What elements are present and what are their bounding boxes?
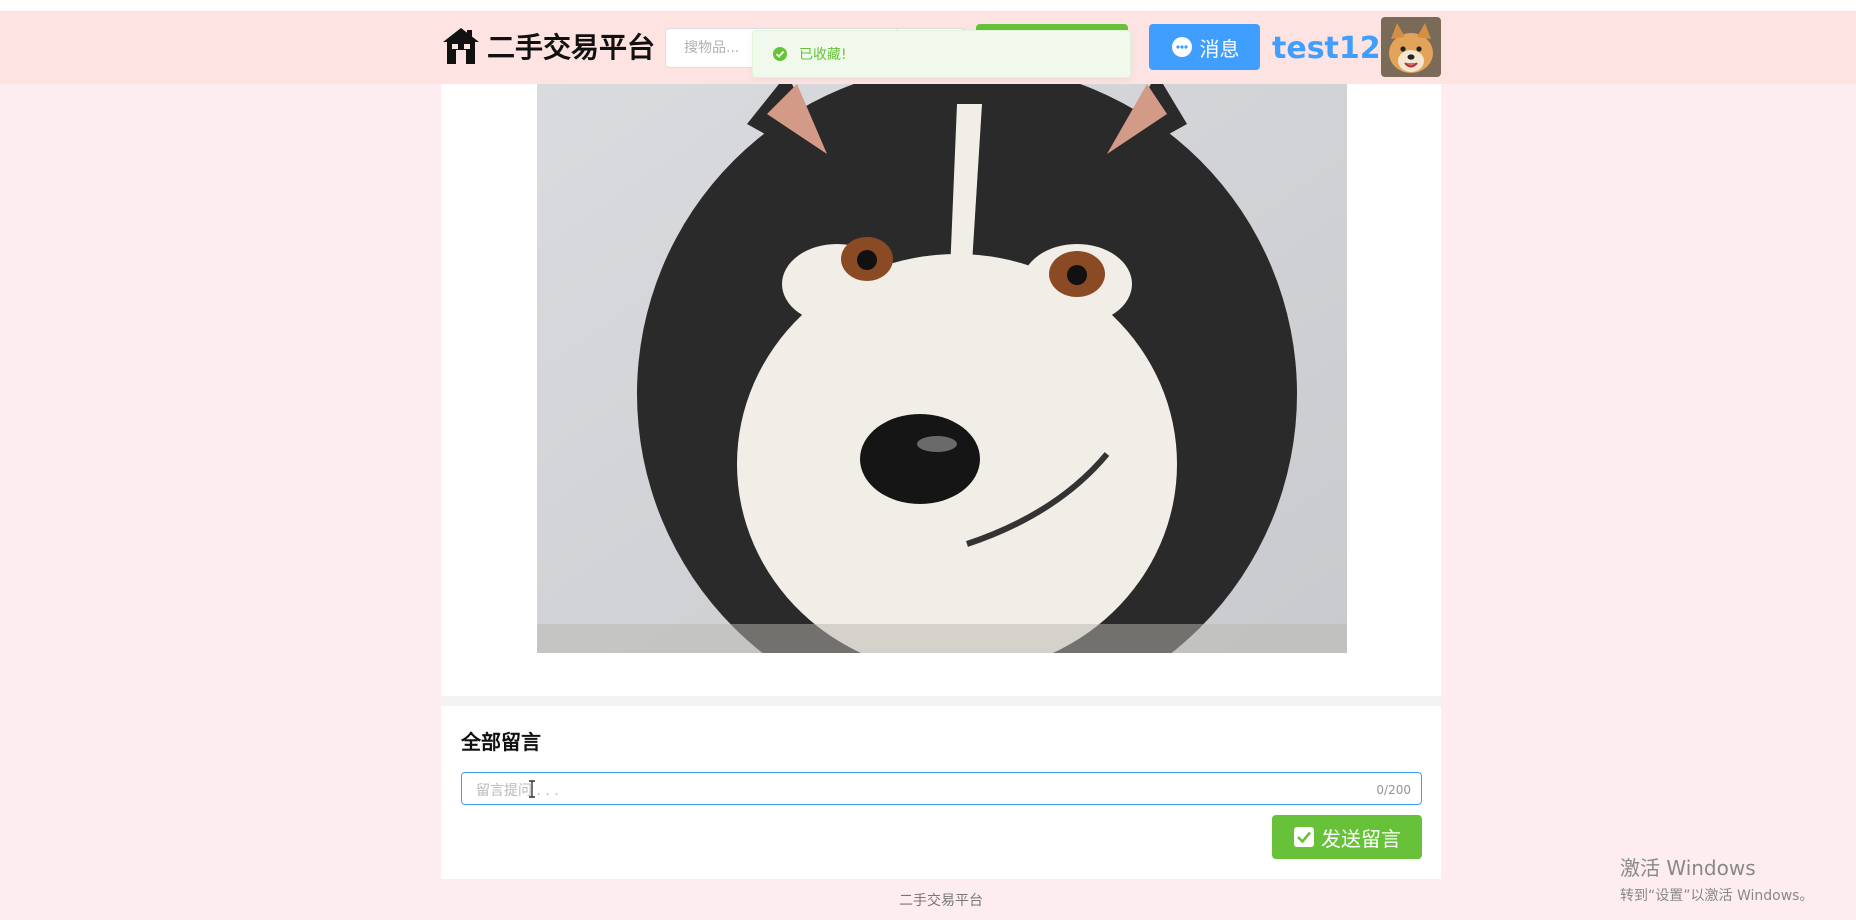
text-cursor-icon bbox=[529, 780, 535, 798]
watermark-line1: 激活 Windows bbox=[1620, 856, 1756, 880]
watermark-line2: 转到“设置”以激活 Windows。 bbox=[1620, 888, 1814, 904]
footer-text: 二手交易平台 bbox=[899, 892, 983, 909]
check-circle-icon bbox=[773, 47, 787, 61]
send-comment-button[interactable]: 发送留言 bbox=[1272, 815, 1422, 859]
avatar[interactable] bbox=[1381, 17, 1441, 77]
header: 二手交易平台 消息 test123 bbox=[0, 12, 1856, 84]
product-image bbox=[537, 84, 1347, 653]
house-icon bbox=[443, 28, 479, 64]
comments-section: 全部留言 0/200 发送留言 bbox=[441, 706, 1441, 879]
windows-activation-watermark: 激活 Windows 转到“设置”以激活 Windows。 bbox=[1620, 852, 1813, 905]
comment-input-wrap[interactable]: 0/200 bbox=[461, 772, 1422, 805]
toast-text: 已收藏! bbox=[799, 47, 847, 63]
section-separator bbox=[441, 696, 1441, 706]
messages-button[interactable]: 消息 bbox=[1149, 24, 1260, 70]
chat-icon bbox=[1171, 37, 1192, 57]
check-square-icon bbox=[1294, 827, 1314, 847]
browser-top-strip bbox=[0, 0, 1856, 12]
char-counter: 0/200 bbox=[1376, 783, 1411, 797]
brand[interactable]: 二手交易平台 bbox=[441, 20, 655, 72]
brand-title: 二手交易平台 bbox=[487, 31, 656, 64]
favorite-toast: 已收藏! bbox=[752, 30, 1131, 78]
footer: 二手交易平台 bbox=[441, 879, 1441, 920]
avatar-image bbox=[1381, 17, 1441, 77]
comments-title: 全部留言 bbox=[461, 730, 541, 754]
messages-label: 消息 bbox=[1199, 36, 1240, 61]
send-comment-label: 发送留言 bbox=[1321, 826, 1401, 851]
comment-input[interactable] bbox=[462, 773, 1421, 804]
